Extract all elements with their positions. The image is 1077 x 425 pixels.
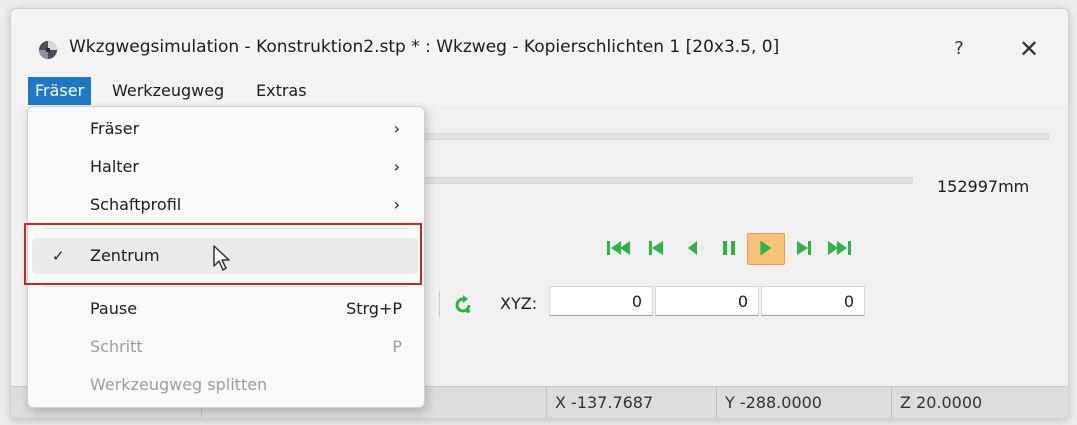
- xyz-label: XYZ:: [500, 294, 538, 313]
- chevron-right-icon: ›: [393, 157, 400, 176]
- z-coordinate-field[interactable]: 0: [761, 286, 865, 316]
- path-length-label: 152997mm: [937, 177, 1030, 196]
- menu-separator: [44, 286, 408, 287]
- close-button[interactable]: ✕: [1011, 33, 1047, 65]
- y-coordinate-field[interactable]: 0: [655, 286, 759, 316]
- menu-fraeser[interactable]: Fräser: [28, 77, 92, 105]
- step-back-icon: [649, 241, 663, 255]
- step-forward-icon: [797, 241, 811, 255]
- menu-separator: [44, 228, 408, 229]
- play-button[interactable]: [747, 233, 785, 265]
- status-y: Y -288.0000: [716, 387, 891, 418]
- menu-item-label: Fräser: [90, 119, 140, 138]
- window-title: Wkzgwegsimulation - Konstruktion2.stp * …: [69, 37, 780, 57]
- help-button[interactable]: ?: [939, 35, 979, 63]
- go-last-icon: [828, 241, 851, 255]
- go-first-icon: [607, 241, 630, 255]
- menu-item-pause[interactable]: Pause Strg+P: [32, 291, 418, 327]
- pause-button[interactable]: [711, 233, 747, 263]
- step-back-button[interactable]: [639, 233, 675, 263]
- menu-item-label: Pause: [90, 299, 138, 318]
- menu-item-fraeser[interactable]: Fräser ›: [32, 111, 418, 147]
- menu-item-label: Werkzeugweg splitten: [90, 375, 268, 394]
- progress-slider[interactable]: [423, 177, 913, 184]
- menu-item-label: Zentrum: [90, 246, 160, 265]
- menu-item-label: Schaftprofil: [90, 195, 182, 214]
- menu-bar: Fräser Werkzeugweg Extras: [11, 77, 1068, 105]
- menu-item-label: Schritt: [90, 337, 143, 356]
- app-icon: [39, 41, 57, 59]
- menu-item-label: Halter: [90, 157, 139, 176]
- checkmark-icon: ✓: [52, 247, 65, 265]
- speed-slider[interactable]: [423, 133, 1049, 140]
- status-z: Z 20.0000: [891, 387, 1068, 418]
- mouse-cursor-icon: [213, 245, 230, 271]
- menu-extras[interactable]: Extras: [249, 77, 314, 105]
- x-coordinate-field[interactable]: 0: [549, 286, 653, 316]
- chevron-right-icon: ›: [393, 119, 400, 138]
- play-reverse-button[interactable]: [675, 233, 711, 263]
- play-icon: [760, 240, 772, 256]
- step-forward-button[interactable]: [785, 233, 821, 263]
- play-reverse-icon: [688, 241, 697, 255]
- status-x: X -137.7687: [546, 387, 716, 418]
- menu-item-halter[interactable]: Halter ›: [32, 149, 418, 185]
- menu-item-schritt: Schritt P: [32, 329, 418, 365]
- toolbar-separator: [439, 291, 440, 317]
- title-bar: Wkzgwegsimulation - Konstruktion2.stp * …: [11, 9, 1068, 77]
- menu-item-werkzeugweg-splitten: Werkzeugweg splitten: [32, 367, 418, 403]
- reset-icon[interactable]: [451, 293, 475, 317]
- chevron-right-icon: ›: [393, 195, 400, 214]
- shortcut-label: Strg+P: [346, 299, 402, 318]
- menu-werkzeugweg[interactable]: Werkzeugweg: [105, 77, 231, 105]
- pause-icon: [723, 241, 735, 255]
- menu-item-schaftprofil[interactable]: Schaftprofil ›: [32, 187, 418, 223]
- go-last-button[interactable]: [821, 233, 857, 263]
- shortcut-label: P: [392, 337, 402, 356]
- go-first-button[interactable]: [601, 233, 637, 263]
